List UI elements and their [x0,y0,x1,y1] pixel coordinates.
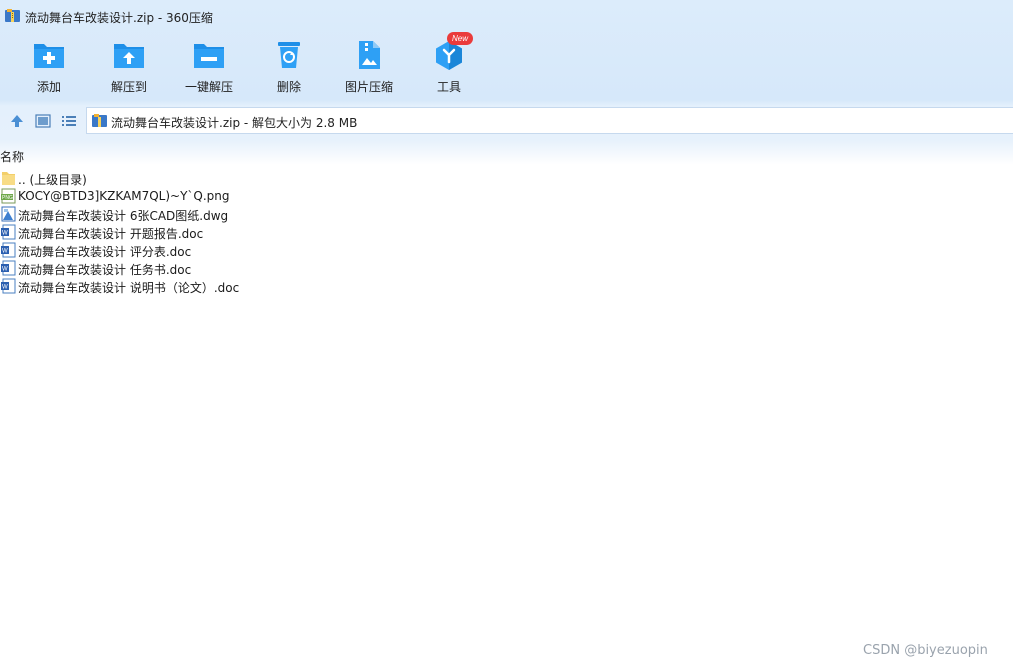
file-name: .. (上级目录) [18,173,87,187]
word-doc-icon: W [1,260,16,276]
png-file-icon: PNG [1,188,16,204]
watermark: CSDN @biyezuopin [863,643,988,658]
file-list: .. (上级目录) PNG KOCY@BTD3]KZKAM7QL)~Y`Q.pn… [0,169,600,295]
address-bar[interactable]: 流动舞台车改装设计.zip - 解包大小为 2.8 MB [86,107,1013,134]
file-name: 流动舞台车改装设计 任务书.doc [18,263,192,277]
file-row-dwg[interactable]: 流动舞台车改装设计 6张CAD图纸.dwg [0,205,600,223]
add-button[interactable]: 添加 [9,36,89,98]
tools-label: 工具 [436,80,461,94]
title-bar: 流动舞台车改装设计.zip - 360压缩 [0,0,1013,32]
image-compress-icon [359,41,380,69]
svg-text:W: W [2,249,8,255]
extract-to-button[interactable]: 解压到 [89,36,169,98]
svg-text:W: W [2,285,8,291]
new-badge: New [447,32,474,45]
file-name: 流动舞台车改装设计 评分表.doc [18,245,192,259]
extract-to-label: 解压到 [110,80,147,94]
svg-text:PNG: PNG [2,195,13,201]
thumbnail-view-icon[interactable] [35,113,51,129]
list-view-icon[interactable] [61,113,77,129]
one-click-extract-icon [194,44,224,68]
window-title: 流动舞台车改装设计.zip - 360压缩 [25,11,213,25]
one-click-extract-label: 一键解压 [184,80,233,94]
zip-archive-icon [5,9,20,22]
navigation-bar: 流动舞台车改装设计.zip - 解包大小为 2.8 MB [0,106,1013,136]
zip-archive-icon [92,114,107,127]
file-row-doc[interactable]: W 流动舞台车改装设计 任务书.doc [0,259,600,277]
file-name: 流动舞台车改装设计 说明书（论文）.doc [18,281,240,295]
word-doc-icon: W [1,224,16,240]
word-doc-icon: W [1,242,16,258]
svg-text:W: W [2,231,8,237]
word-doc-icon: W [1,278,16,294]
address-text: 流动舞台车改装设计.zip - 解包大小为 2.8 MB [111,116,358,130]
file-row-doc[interactable]: W 流动舞台车改装设计 评分表.doc [0,241,600,259]
name-column-header[interactable]: 名称 [0,148,24,165]
folder-icon [2,172,15,185]
image-compress-label: 图片压缩 [344,80,393,94]
recycle-bin-icon [278,42,300,68]
dwg-file-icon [1,206,16,222]
file-row-png[interactable]: PNG KOCY@BTD3]KZKAM7QL)~Y`Q.png [0,187,600,205]
add-folder-icon [34,44,64,68]
add-label: 添加 [36,80,61,94]
file-name: 流动舞台车改装设计 6张CAD图纸.dwg [18,209,229,223]
toolbar: 添加 解压到 一键解压 删除 图片压缩 New 工具 [0,32,1013,100]
image-compress-button[interactable]: 图片压缩 [329,36,409,98]
file-row-doc[interactable]: W 流动舞台车改装设计 开题报告.doc [0,223,600,241]
delete-label: 删除 [276,80,301,94]
one-click-extract-button[interactable]: 一键解压 [169,36,249,98]
tools-button[interactable]: New 工具 [409,32,489,98]
up-arrow-icon[interactable] [9,113,25,129]
delete-button[interactable]: 删除 [249,36,329,98]
file-row-parent-dir[interactable]: .. (上级目录) [0,169,600,187]
svg-text:W: W [2,267,8,273]
file-name: 流动舞台车改装设计 开题报告.doc [18,227,204,241]
extract-to-folder-icon [114,44,144,68]
file-name: KOCY@BTD3]KZKAM7QL)~Y`Q.png [18,189,230,203]
file-row-doc[interactable]: W 流动舞台车改装设计 说明书（论文）.doc [0,277,600,295]
